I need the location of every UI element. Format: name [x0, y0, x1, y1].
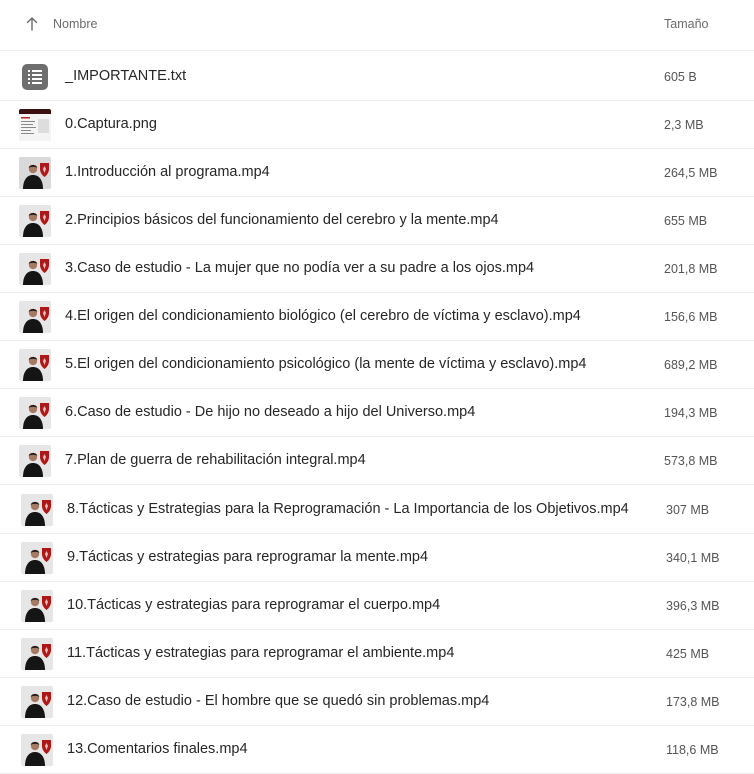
- video-thumbnail: [19, 205, 51, 237]
- file-name[interactable]: 10.Tácticas y estrategias para reprogram…: [67, 597, 440, 613]
- file-row[interactable]: 13.Comentarios finales.mp4 118,6 MB: [0, 726, 754, 774]
- file-name[interactable]: 2.Principios básicos del funcionamiento …: [65, 212, 499, 228]
- video-thumbnail: [21, 542, 53, 574]
- file-row[interactable]: 11.Tácticas y estrategias para reprogram…: [0, 630, 754, 678]
- file-row[interactable]: 12.Caso de estudio - El hombre que se qu…: [0, 678, 754, 726]
- file-row[interactable]: 7.Plan de guerra de rehabilitación integ…: [0, 437, 754, 485]
- file-size: 396,3 MB: [666, 599, 720, 613]
- file-name[interactable]: 5.El origen del condicionamiento psicoló…: [65, 356, 586, 372]
- file-name[interactable]: 12.Caso de estudio - El hombre que se qu…: [67, 693, 489, 709]
- video-thumbnail: [21, 686, 53, 718]
- file-size: 689,2 MB: [664, 358, 718, 372]
- file-row[interactable]: 0.Captura.png 2,3 MB: [0, 101, 754, 149]
- video-thumbnail: [21, 494, 53, 526]
- file-name[interactable]: 8.Tácticas y Estrategias para la Reprogr…: [67, 501, 629, 517]
- file-size: 201,8 MB: [664, 262, 718, 276]
- file-size: 156,6 MB: [664, 310, 718, 324]
- file-size: 655 MB: [664, 214, 708, 228]
- list-header: Nombre Tamaño: [0, 0, 754, 51]
- file-size: 307 MB: [666, 503, 710, 517]
- column-header-name[interactable]: Nombre: [53, 17, 97, 31]
- video-thumbnail: [19, 349, 51, 381]
- file-size: 118,6 MB: [666, 743, 719, 757]
- file-row[interactable]: 5.El origen del condicionamiento psicoló…: [0, 341, 754, 389]
- file-row[interactable]: 4.El origen del condicionamiento biológi…: [0, 293, 754, 341]
- video-thumbnail: [19, 157, 51, 189]
- video-thumbnail: [19, 397, 51, 429]
- file-row[interactable]: 8.Tácticas y Estrategias para la Reprogr…: [0, 486, 754, 534]
- file-name[interactable]: 4.El origen del condicionamiento biológi…: [65, 308, 581, 324]
- file-size: 573,8 MB: [664, 454, 718, 468]
- video-thumbnail: [19, 301, 51, 333]
- file-row[interactable]: _IMPORTANTE.txt 605 B: [0, 53, 754, 101]
- file-name[interactable]: 9.Tácticas y estrategias para reprograma…: [67, 549, 428, 565]
- file-name[interactable]: 11.Tácticas y estrategias para reprogram…: [67, 645, 454, 661]
- file-size: 425 MB: [666, 647, 710, 661]
- file-name[interactable]: 3.Caso de estudio - La mujer que no podí…: [65, 260, 534, 276]
- column-header-size[interactable]: Tamaño: [664, 17, 708, 31]
- file-size: 173,8 MB: [666, 695, 720, 709]
- file-row[interactable]: 1.Introducción al programa.mp4 264,5 MB: [0, 149, 754, 197]
- arrow-up-icon[interactable]: [26, 16, 38, 32]
- video-thumbnail: [21, 590, 53, 622]
- file-name[interactable]: 13.Comentarios finales.mp4: [67, 741, 248, 757]
- file-size: 605 B: [664, 70, 697, 84]
- file-name[interactable]: 6.Caso de estudio - De hijo no deseado a…: [65, 404, 475, 420]
- file-name[interactable]: _IMPORTANTE.txt: [65, 68, 186, 84]
- file-row[interactable]: 9.Tácticas y estrategias para reprograma…: [0, 534, 754, 582]
- video-thumbnail: [19, 253, 51, 285]
- file-size: 2,3 MB: [664, 118, 704, 132]
- file-row[interactable]: 3.Caso de estudio - La mujer que no podí…: [0, 245, 754, 293]
- video-thumbnail: [19, 445, 51, 477]
- file-name[interactable]: 1.Introducción al programa.mp4: [65, 164, 270, 180]
- file-row[interactable]: 10.Tácticas y estrategias para reprogram…: [0, 582, 754, 630]
- text-file-icon: [19, 61, 51, 93]
- file-size: 340,1 MB: [666, 551, 720, 565]
- video-thumbnail: [21, 734, 53, 766]
- file-name[interactable]: 0.Captura.png: [65, 116, 157, 132]
- video-thumbnail: [21, 638, 53, 670]
- file-row[interactable]: 6.Caso de estudio - De hijo no deseado a…: [0, 389, 754, 437]
- file-row[interactable]: 2.Principios básicos del funcionamiento …: [0, 197, 754, 245]
- file-size: 194,3 MB: [664, 406, 718, 420]
- file-size: 264,5 MB: [664, 166, 718, 180]
- image-thumbnail: [19, 109, 51, 141]
- file-name[interactable]: 7.Plan de guerra de rehabilitación integ…: [65, 452, 366, 468]
